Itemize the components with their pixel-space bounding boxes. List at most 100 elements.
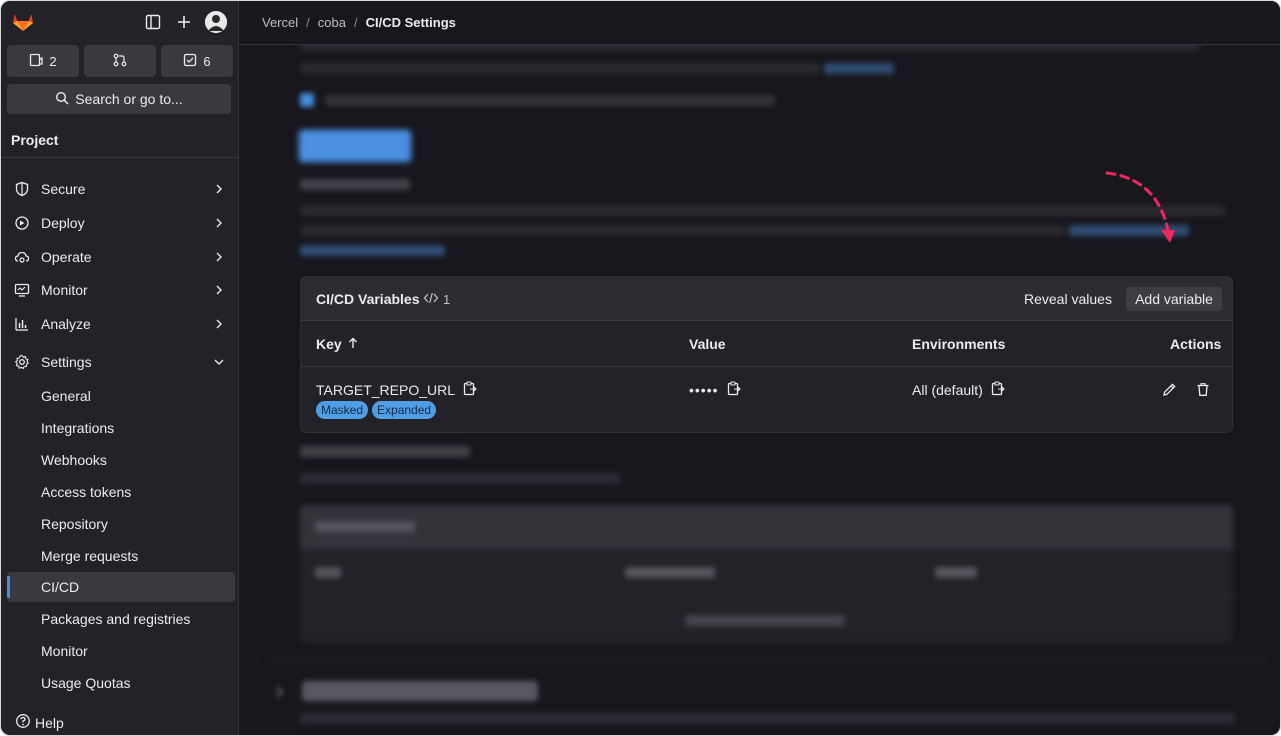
sidebar-subitem-packages-registries[interactable]: Packages and registries bbox=[7, 604, 235, 634]
blurred-text-line bbox=[315, 521, 415, 532]
variable-environment-cell: All (default) bbox=[912, 381, 1005, 399]
chevron-right-icon bbox=[213, 182, 225, 196]
blurred-text-line bbox=[300, 63, 820, 74]
breadcrumb-current[interactable]: CI/CD Settings bbox=[366, 15, 456, 30]
search-button[interactable]: Search or go to... bbox=[7, 84, 231, 114]
cloud-gear-icon bbox=[13, 248, 31, 266]
blurred-text-line bbox=[325, 95, 775, 106]
column-header-value: Value bbox=[689, 336, 726, 352]
app-window: 2 6 Search or go to... Project Secure De… bbox=[0, 0, 1281, 736]
sidebar-item-label: Operate bbox=[41, 249, 92, 265]
column-header-key[interactable]: Key bbox=[316, 336, 358, 352]
help-label: Help bbox=[35, 714, 64, 731]
help-button[interactable]: Help bbox=[15, 713, 64, 732]
blurred-heading bbox=[300, 446, 470, 457]
blurred-section-divider bbox=[267, 660, 1267, 661]
expanded-badge: Expanded bbox=[372, 401, 437, 419]
blurred-checkbox bbox=[300, 93, 314, 107]
blurred-text-line bbox=[315, 567, 341, 578]
copy-icon[interactable] bbox=[727, 381, 741, 399]
blurred-text-line bbox=[685, 615, 845, 626]
monitor-icon bbox=[13, 281, 31, 299]
sidebar-item-label: Deploy bbox=[41, 215, 85, 231]
merge-requests-counter-button[interactable] bbox=[84, 45, 156, 77]
sidebar-subitem-access-tokens[interactable]: Access tokens bbox=[7, 477, 235, 507]
reveal-values-button[interactable]: Reveal values bbox=[1024, 291, 1112, 307]
sidebar-divider bbox=[1, 157, 239, 158]
sidebar-subitem-usage-quotas[interactable]: Usage Quotas bbox=[7, 668, 235, 698]
blurred-link bbox=[300, 245, 445, 256]
blurred-group-variables-card bbox=[300, 505, 1233, 643]
plus-icon[interactable] bbox=[174, 12, 194, 32]
sidebar-subitem-webhooks[interactable]: Webhooks bbox=[7, 445, 235, 475]
add-variable-button[interactable]: Add variable bbox=[1126, 287, 1222, 311]
issues-icon bbox=[29, 53, 44, 70]
gear-icon bbox=[13, 353, 31, 371]
sidebar-subitem-integrations[interactable]: Integrations bbox=[7, 413, 235, 443]
sidebar-item-settings[interactable]: Settings bbox=[7, 347, 235, 377]
variable-badges: Masked Expanded bbox=[316, 401, 437, 419]
edit-pencil-icon[interactable] bbox=[1161, 381, 1177, 397]
project-heading: Project bbox=[11, 132, 59, 148]
blurred-card-header bbox=[300, 505, 1233, 549]
blurred-divider bbox=[300, 595, 1233, 596]
active-indicator bbox=[7, 576, 10, 598]
blurred-chevron-icon bbox=[275, 685, 285, 699]
sidebar-item-deploy[interactable]: Deploy bbox=[7, 208, 235, 238]
masked-value: ••••• bbox=[689, 382, 719, 398]
variable-count-value: 1 bbox=[443, 292, 451, 307]
sidebar-item-operate[interactable]: Operate bbox=[7, 242, 235, 272]
blurred-save-button bbox=[300, 131, 410, 161]
search-icon bbox=[55, 91, 69, 108]
issues-counter-button[interactable]: 2 bbox=[7, 45, 79, 77]
table-divider bbox=[301, 366, 1232, 367]
chevron-right-icon bbox=[213, 283, 225, 297]
blurred-text-line bbox=[300, 225, 1065, 236]
card-header: CI/CD Variables 1 Reveal values Add vari… bbox=[301, 277, 1232, 321]
sidebar-toggle-icon[interactable] bbox=[143, 12, 163, 32]
variable-key-cell: TARGET_REPO_URL bbox=[316, 381, 477, 399]
blurred-text-line bbox=[300, 473, 620, 484]
blurred-text-line bbox=[935, 567, 977, 578]
sidebar: 2 6 Search or go to... Project Secure De… bbox=[1, 1, 239, 735]
main-content: CI/CD Variables 1 Reveal values Add vari… bbox=[239, 45, 1280, 735]
card-title: CI/CD Variables bbox=[316, 291, 420, 307]
rocket-icon bbox=[13, 214, 31, 232]
sidebar-subitem-general[interactable]: General bbox=[7, 381, 235, 411]
code-icon bbox=[423, 292, 439, 307]
sidebar-item-monitor[interactable]: Monitor bbox=[7, 275, 235, 305]
counter-row: 2 6 bbox=[7, 45, 233, 77]
blurred-text-line bbox=[300, 45, 1200, 51]
cicd-variables-card: CI/CD Variables 1 Reveal values Add vari… bbox=[300, 276, 1233, 433]
blurred-link bbox=[824, 63, 894, 74]
blurred-heading bbox=[300, 179, 410, 190]
breadcrumb: Vercel / coba / CI/CD Settings bbox=[239, 1, 1280, 45]
todo-counter-button[interactable]: 6 bbox=[161, 45, 233, 77]
blurred-section-title bbox=[302, 681, 538, 701]
annotation-arrow-icon bbox=[1105, 171, 1175, 243]
sidebar-subitem-repository[interactable]: Repository bbox=[7, 509, 235, 539]
delete-trash-icon[interactable] bbox=[1195, 381, 1211, 397]
breadcrumb-item[interactable]: coba bbox=[318, 15, 346, 30]
sidebar-item-label: Secure bbox=[41, 181, 86, 197]
gitlab-logo-icon[interactable] bbox=[11, 10, 35, 32]
copy-icon[interactable] bbox=[991, 381, 1005, 399]
sidebar-subitem-merge-requests[interactable]: Merge requests bbox=[7, 541, 235, 571]
breadcrumb-separator: / bbox=[306, 15, 310, 30]
sidebar-item-label: Monitor bbox=[41, 282, 88, 298]
column-header-label: Key bbox=[316, 336, 342, 352]
issues-count: 2 bbox=[49, 53, 57, 69]
chevron-right-icon bbox=[213, 216, 225, 230]
avatar[interactable] bbox=[205, 11, 227, 33]
merge-request-icon bbox=[113, 53, 127, 70]
copy-icon[interactable] bbox=[463, 381, 477, 399]
sort-arrow-up-icon bbox=[348, 336, 358, 352]
sidebar-subitem-monitor[interactable]: Monitor bbox=[7, 636, 235, 666]
sidebar-item-secure[interactable]: Secure bbox=[7, 174, 235, 204]
sidebar-subitem-cicd[interactable]: CI/CD bbox=[7, 572, 235, 602]
column-header-environments: Environments bbox=[912, 336, 1006, 352]
sidebar-top-bar bbox=[1, 1, 239, 43]
breadcrumb-item[interactable]: Vercel bbox=[262, 15, 298, 30]
sidebar-item-analyze[interactable]: Analyze bbox=[7, 309, 235, 339]
blurred-text-line bbox=[300, 205, 1225, 216]
